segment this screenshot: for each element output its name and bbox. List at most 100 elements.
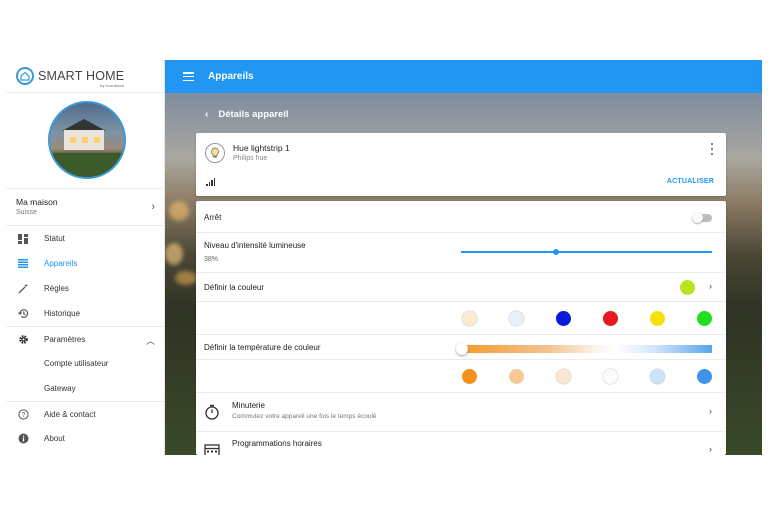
magic-wand-icon bbox=[16, 282, 30, 296]
more-vert-icon[interactable] bbox=[711, 143, 714, 155]
temperature-swatch[interactable] bbox=[603, 369, 618, 384]
temperature-label: Définir la température de couleur bbox=[204, 343, 321, 352]
color-swatch[interactable] bbox=[556, 311, 571, 326]
color-label: Définir la couleur bbox=[204, 283, 265, 292]
list-icon bbox=[16, 257, 30, 271]
schedule-title: Programmations horaires bbox=[232, 439, 322, 448]
sidebar-item-appareils[interactable]: Appareils bbox=[6, 251, 165, 276]
home-location: Suisse bbox=[16, 209, 38, 216]
details-title: Détails appareil bbox=[218, 109, 289, 120]
device-vendor: Philips hue bbox=[233, 155, 268, 162]
timer-description: Commutez votre appareil une fois le temp… bbox=[232, 413, 377, 420]
sidebar-item-compte-utilisateur[interactable]: Compte utilisateur bbox=[6, 351, 165, 376]
sidebar-item-statut[interactable]: Statut bbox=[6, 226, 165, 251]
power-row: Arrêt bbox=[196, 201, 726, 233]
temperature-swatch[interactable] bbox=[509, 369, 524, 384]
sidebar-item-regles[interactable]: Règles bbox=[6, 276, 165, 301]
sidebar-item-historique[interactable]: Historique bbox=[6, 301, 165, 326]
chevron-right-icon: › bbox=[709, 406, 712, 416]
sidebar-item-gateway[interactable]: Gateway bbox=[6, 376, 165, 401]
brightness-slider[interactable] bbox=[461, 248, 712, 255]
app-window: SMART HOME by hornbach Ma maison Suisse … bbox=[6, 60, 762, 455]
details-header: ‹ Détails appareil bbox=[205, 109, 289, 120]
temperature-swatch[interactable] bbox=[556, 369, 571, 384]
current-color-indicator[interactable] bbox=[680, 280, 695, 295]
sidebar-item-label: About bbox=[44, 434, 65, 443]
avatar-window bbox=[82, 137, 88, 143]
slider-thumb[interactable] bbox=[553, 248, 560, 255]
sidebar-nav: Statut Appareils Règles Historique Param… bbox=[6, 226, 165, 451]
info-icon bbox=[16, 432, 30, 446]
background-light bbox=[165, 243, 183, 265]
sidebar-item-label: Statut bbox=[44, 234, 65, 243]
main-content: ‹ Détails appareil Hue lightstrip 1 Phil… bbox=[165, 93, 762, 455]
logo-text: SMART HOME by hornbach bbox=[38, 69, 125, 88]
sidebar-item-label: Appareils bbox=[44, 259, 78, 268]
sidebar: SMART HOME by hornbach Ma maison Suisse … bbox=[6, 60, 165, 455]
settings-card: Arrêt Niveau d'intensité lumineuse 38% D… bbox=[196, 201, 726, 455]
update-button[interactable]: ACTUALISER bbox=[667, 178, 714, 185]
chevron-up-icon[interactable]: ︿ bbox=[146, 334, 155, 347]
sidebar-item-label: Compte utilisateur bbox=[44, 359, 109, 368]
avatar-lawn bbox=[50, 153, 124, 177]
home-logo-icon bbox=[16, 67, 34, 85]
home-avatar[interactable] bbox=[48, 101, 126, 179]
home-selector[interactable]: Ma maison Suisse › bbox=[6, 188, 165, 226]
chevron-right-icon: › bbox=[709, 281, 712, 291]
brightness-row: Niveau d'intensité lumineuse 38% bbox=[196, 233, 726, 273]
logo-subtitle: by hornbach bbox=[100, 83, 125, 88]
color-swatch-row bbox=[196, 302, 726, 335]
logo[interactable]: SMART HOME by hornbach bbox=[6, 60, 164, 93]
color-swatch[interactable] bbox=[509, 311, 524, 326]
avatar-window bbox=[94, 137, 100, 143]
brightness-label: Niveau d'intensité lumineuse bbox=[204, 241, 306, 250]
home-name: Ma maison bbox=[16, 197, 58, 207]
device-name: Hue lightstrip 1 bbox=[233, 143, 290, 153]
power-toggle[interactable] bbox=[692, 212, 712, 223]
background-light bbox=[169, 201, 189, 221]
temperature-row: Définir la température de couleur bbox=[196, 335, 726, 360]
back-chevron-icon[interactable]: ‹ bbox=[205, 109, 208, 120]
svg-text:?: ? bbox=[21, 412, 25, 419]
toggle-knob bbox=[692, 212, 703, 223]
temperature-slider[interactable] bbox=[456, 343, 712, 355]
temperature-swatch[interactable] bbox=[462, 369, 477, 384]
gear-icon bbox=[16, 332, 30, 346]
grid-icon bbox=[16, 232, 30, 246]
power-label: Arrêt bbox=[204, 213, 222, 222]
sidebar-item-label: Aide & contact bbox=[44, 409, 96, 419]
color-swatch[interactable] bbox=[650, 311, 665, 326]
sidebar-item-label: Règles bbox=[44, 284, 69, 293]
history-icon bbox=[16, 307, 30, 321]
hamburger-menu-icon[interactable] bbox=[183, 72, 194, 81]
sidebar-item-label: Paramètres bbox=[44, 334, 86, 344]
sidebar-item-about[interactable]: About bbox=[6, 426, 165, 451]
temperature-swatch[interactable] bbox=[650, 369, 665, 384]
page-title: Appareils bbox=[208, 71, 254, 82]
timer-title: Minuterie bbox=[232, 401, 265, 410]
sidebar-item-label: Gateway bbox=[44, 384, 76, 393]
avatar-window bbox=[70, 137, 76, 143]
color-swatch[interactable] bbox=[462, 311, 477, 326]
chevron-right-icon: › bbox=[151, 201, 155, 213]
logo-title: SMART HOME bbox=[38, 69, 125, 83]
color-swatch[interactable] bbox=[603, 311, 618, 326]
sidebar-item-label: Historique bbox=[44, 309, 81, 318]
schedule-row[interactable]: Programmations horaires › bbox=[196, 432, 726, 455]
help-icon: ? bbox=[16, 407, 30, 421]
top-app-bar: Appareils bbox=[165, 60, 762, 93]
background-light bbox=[175, 271, 197, 285]
color-swatch[interactable] bbox=[697, 311, 712, 326]
signal-strength-icon bbox=[206, 178, 215, 186]
color-row[interactable]: Définir la couleur › bbox=[196, 273, 726, 302]
temperature-swatch[interactable] bbox=[697, 369, 712, 384]
brightness-value: 38% bbox=[204, 256, 219, 263]
temperature-swatch-row bbox=[196, 360, 726, 393]
timer-row[interactable]: Minuterie Commutez votre appareil une fo… bbox=[196, 393, 726, 432]
slider-thumb[interactable] bbox=[456, 343, 468, 355]
sidebar-item-parametres[interactable]: Paramètres ︿ bbox=[6, 326, 165, 351]
light-bulb-icon bbox=[205, 143, 225, 163]
chevron-right-icon: › bbox=[709, 444, 712, 454]
device-card: Hue lightstrip 1 Philips hue ACTUALISER bbox=[196, 133, 726, 196]
sidebar-item-aide-contact[interactable]: ? Aide & contact bbox=[6, 401, 165, 426]
